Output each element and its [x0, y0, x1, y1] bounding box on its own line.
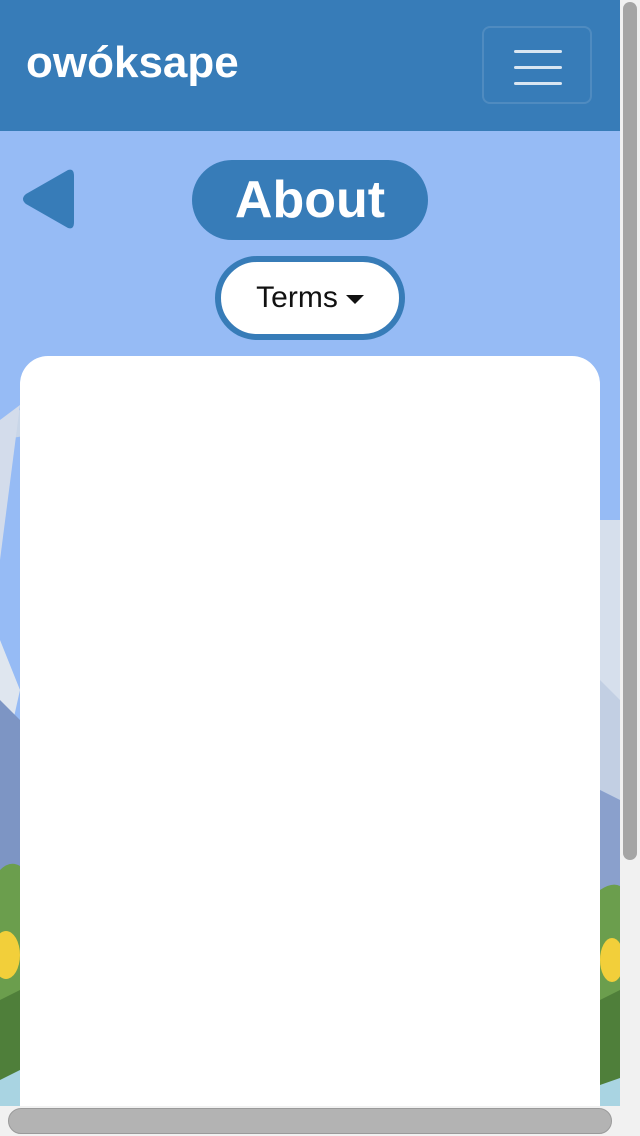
horizontal-scroll-thumb[interactable]	[8, 1108, 612, 1134]
caret-down-icon	[345, 294, 364, 304]
hamburger-menu-icon	[514, 82, 562, 85]
hamburger-menu-button[interactable]	[482, 26, 592, 104]
section-dropdown[interactable]: Terms	[215, 256, 405, 340]
app-viewport: owóksape About Terms	[0, 0, 620, 1106]
page-title: About	[192, 160, 428, 240]
hamburger-menu-icon	[514, 66, 562, 69]
scrollbar-corner	[620, 1106, 640, 1136]
section-dropdown-label: Terms	[256, 281, 338, 314]
brand-logo-text[interactable]: owóksape	[26, 36, 239, 90]
content-card	[20, 356, 600, 1106]
vertical-scroll-thumb[interactable]	[623, 2, 637, 860]
top-navbar: owóksape	[0, 0, 620, 131]
hamburger-menu-icon	[514, 50, 562, 53]
page-title-text: About	[234, 171, 386, 229]
horizontal-scrollbar[interactable]	[0, 1106, 620, 1136]
back-arrow-icon	[23, 169, 74, 229]
back-button[interactable]	[18, 166, 76, 232]
vertical-scrollbar[interactable]	[620, 0, 640, 1106]
